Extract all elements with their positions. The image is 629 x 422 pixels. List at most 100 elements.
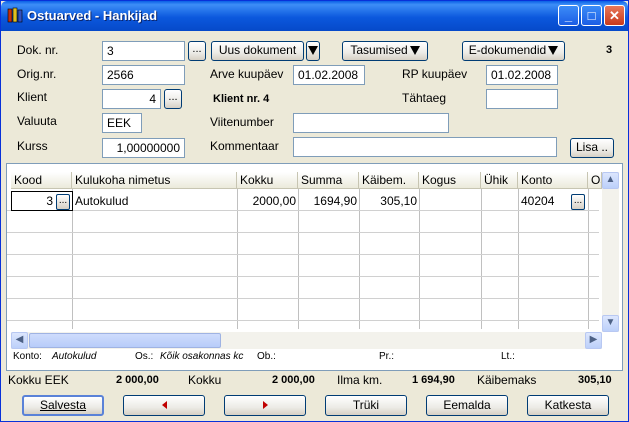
katkesta-button[interactable]: Katkesta (527, 395, 609, 416)
klient-lookup-button[interactable]: ... (164, 89, 182, 109)
col-header-summa[interactable]: Summa (298, 172, 359, 189)
kurss-field[interactable]: 1,00000000 (102, 138, 185, 158)
col-header-uhik[interactable]: Ühik (481, 172, 518, 189)
orig-nr-label: Orig.nr. (17, 67, 57, 81)
cell-nimetus[interactable]: Autokulud (75, 192, 235, 210)
valuuta-label: Valuuta (17, 114, 57, 128)
info-os-value: Kõik osakonnas kc (160, 351, 256, 362)
items-grid: Kood Kulukoha nimetus Kokku Summa Käibem… (6, 163, 623, 371)
col-header-kood[interactable]: Kood (11, 172, 72, 189)
kokku-eek-value: 2 000,00 (116, 374, 159, 386)
salvesta-button[interactable]: Salvesta (22, 395, 104, 416)
edokumendid-button[interactable]: E-dokumendid (462, 41, 565, 61)
close-button[interactable]: ✕ (604, 5, 625, 26)
salvesta-label: Salvesta (39, 398, 87, 412)
edokumendid-label: E-dokumendid (468, 43, 547, 57)
window-title: Ostuarved - Hankijad (27, 8, 158, 23)
kood-lookup-button[interactable]: ... (56, 194, 70, 210)
info-konto-value: Autokulud (52, 351, 96, 362)
uus-dokument-dropdown-button[interactable] (306, 41, 320, 61)
minimize-button[interactable]: _ (558, 5, 579, 26)
kokku-eek-label: Kokku EEK (8, 373, 69, 387)
kokku-label: Kokku (188, 373, 222, 387)
col-header-kogus[interactable]: Kogus (419, 172, 481, 189)
vertical-scrollbar[interactable]: ▲ ▼ (602, 172, 619, 332)
tahtaeg-label: Tähtaeg (402, 91, 447, 105)
maximize-button[interactable]: □ (581, 5, 602, 26)
rp-kuupaev-field[interactable]: 01.02.2008 (486, 65, 558, 85)
col-header-os[interactable]: Os (588, 172, 602, 189)
info-konto-label: Konto: (13, 351, 42, 362)
scroll-up-icon[interactable]: ▲ (602, 172, 619, 189)
tahtaeg-field[interactable] (486, 89, 558, 109)
previous-button[interactable] (123, 395, 205, 416)
kaibemaks-label: Käibemaks (477, 373, 537, 387)
cell-konto[interactable]: 40204 (521, 192, 571, 210)
grid-line (7, 320, 599, 321)
ilma-km-value: 1 694,90 (412, 374, 455, 386)
tasumised-button[interactable]: Tasumised (342, 41, 428, 61)
cell-kokku[interactable]: 2000,00 (239, 192, 296, 210)
dok-nr-lookup-button[interactable]: ... (188, 41, 206, 61)
orig-nr-field[interactable]: 2566 (102, 65, 185, 85)
cell-uhik[interactable] (483, 192, 516, 210)
konto-lookup-button[interactable]: ... (571, 194, 585, 210)
dok-nr-field[interactable]: 3 (102, 41, 185, 61)
cell-kood[interactable]: 3 (13, 192, 53, 210)
info-os-text: Kõik osakonnas kc (160, 351, 244, 362)
grid-line (7, 298, 599, 299)
tasumised-label: Tasumised (350, 43, 408, 57)
grid-line (7, 276, 599, 277)
klient-label: Klient (17, 90, 48, 104)
col-header-konto[interactable]: Konto (518, 172, 588, 189)
kurss-label: Kurss (17, 139, 48, 153)
cell-kaibem[interactable]: 305,10 (361, 192, 417, 210)
scroll-right-icon[interactable]: ▶ (585, 332, 602, 349)
title-bar[interactable]: Ostuarved - Hankijad _ □ ✕ (1, 1, 628, 31)
horizontal-scrollbar[interactable]: ◀ ▶ (11, 332, 602, 349)
eemalda-button[interactable]: Eemalda (426, 395, 508, 416)
kaibemaks-value: 305,10 (578, 374, 612, 386)
info-pr-label: Pr.: (379, 351, 395, 362)
grid-line (7, 232, 599, 233)
grid-line (7, 210, 599, 211)
arrow-right-icon (262, 401, 268, 409)
kommentaar-label: Kommentaar (210, 139, 279, 153)
triangle-down-icon (308, 46, 318, 55)
uus-dokument-label: Uus dokument (218, 43, 297, 57)
truki-button[interactable]: Trüki (325, 395, 407, 416)
klient-name: Klient nr. 4 (213, 93, 270, 105)
uus-dokument-button[interactable]: Uus dokument (211, 41, 304, 61)
ilma-km-label: Ilma km. (337, 373, 383, 387)
kommentaar-field[interactable] (293, 137, 557, 157)
next-button[interactable] (224, 395, 306, 416)
info-ob-label: Ob.: (257, 351, 276, 362)
main-window: Ostuarved - Hankijad _ □ ✕ Dok. nr. 3 ..… (0, 0, 629, 422)
info-konto-text: Autokulud (52, 351, 97, 362)
record-count: 3 (606, 44, 613, 56)
arve-kuupaev-label: Arve kuupäev (210, 67, 284, 81)
info-os-label: Os.: (135, 351, 154, 362)
valuuta-field[interactable]: EEK (102, 113, 142, 133)
arve-kuupaev-field[interactable]: 01.02.2008 (293, 65, 365, 85)
dok-nr-label: Dok. nr. (17, 43, 59, 57)
viitenumber-label: Viitenumber (210, 115, 274, 129)
scroll-left-icon[interactable]: ◀ (11, 332, 28, 349)
rp-kuupaev-label: RP kuupäev (402, 67, 468, 81)
cell-kogus[interactable] (421, 192, 479, 210)
lisa-button[interactable]: Lisa .. (570, 138, 614, 158)
cell-os[interactable] (590, 192, 602, 210)
arrow-left-icon (161, 401, 167, 409)
viitenumber-field[interactable] (293, 113, 449, 133)
cell-summa[interactable]: 1694,90 (300, 192, 357, 210)
kokku-value: 2 000,00 (272, 374, 315, 386)
horizontal-scroll-thumb[interactable] (29, 333, 221, 348)
col-header-kokku[interactable]: Kokku (237, 172, 298, 189)
grid-line (7, 254, 599, 255)
info-lt-label: Lt.: (501, 351, 515, 362)
triangle-down-icon (548, 46, 559, 55)
klient-field[interactable]: 4 (102, 89, 161, 109)
col-header-nimetus[interactable]: Kulukoha nimetus (72, 172, 237, 189)
scroll-down-icon[interactable]: ▼ (602, 315, 619, 332)
col-header-kaibem[interactable]: Käibem. (359, 172, 419, 189)
